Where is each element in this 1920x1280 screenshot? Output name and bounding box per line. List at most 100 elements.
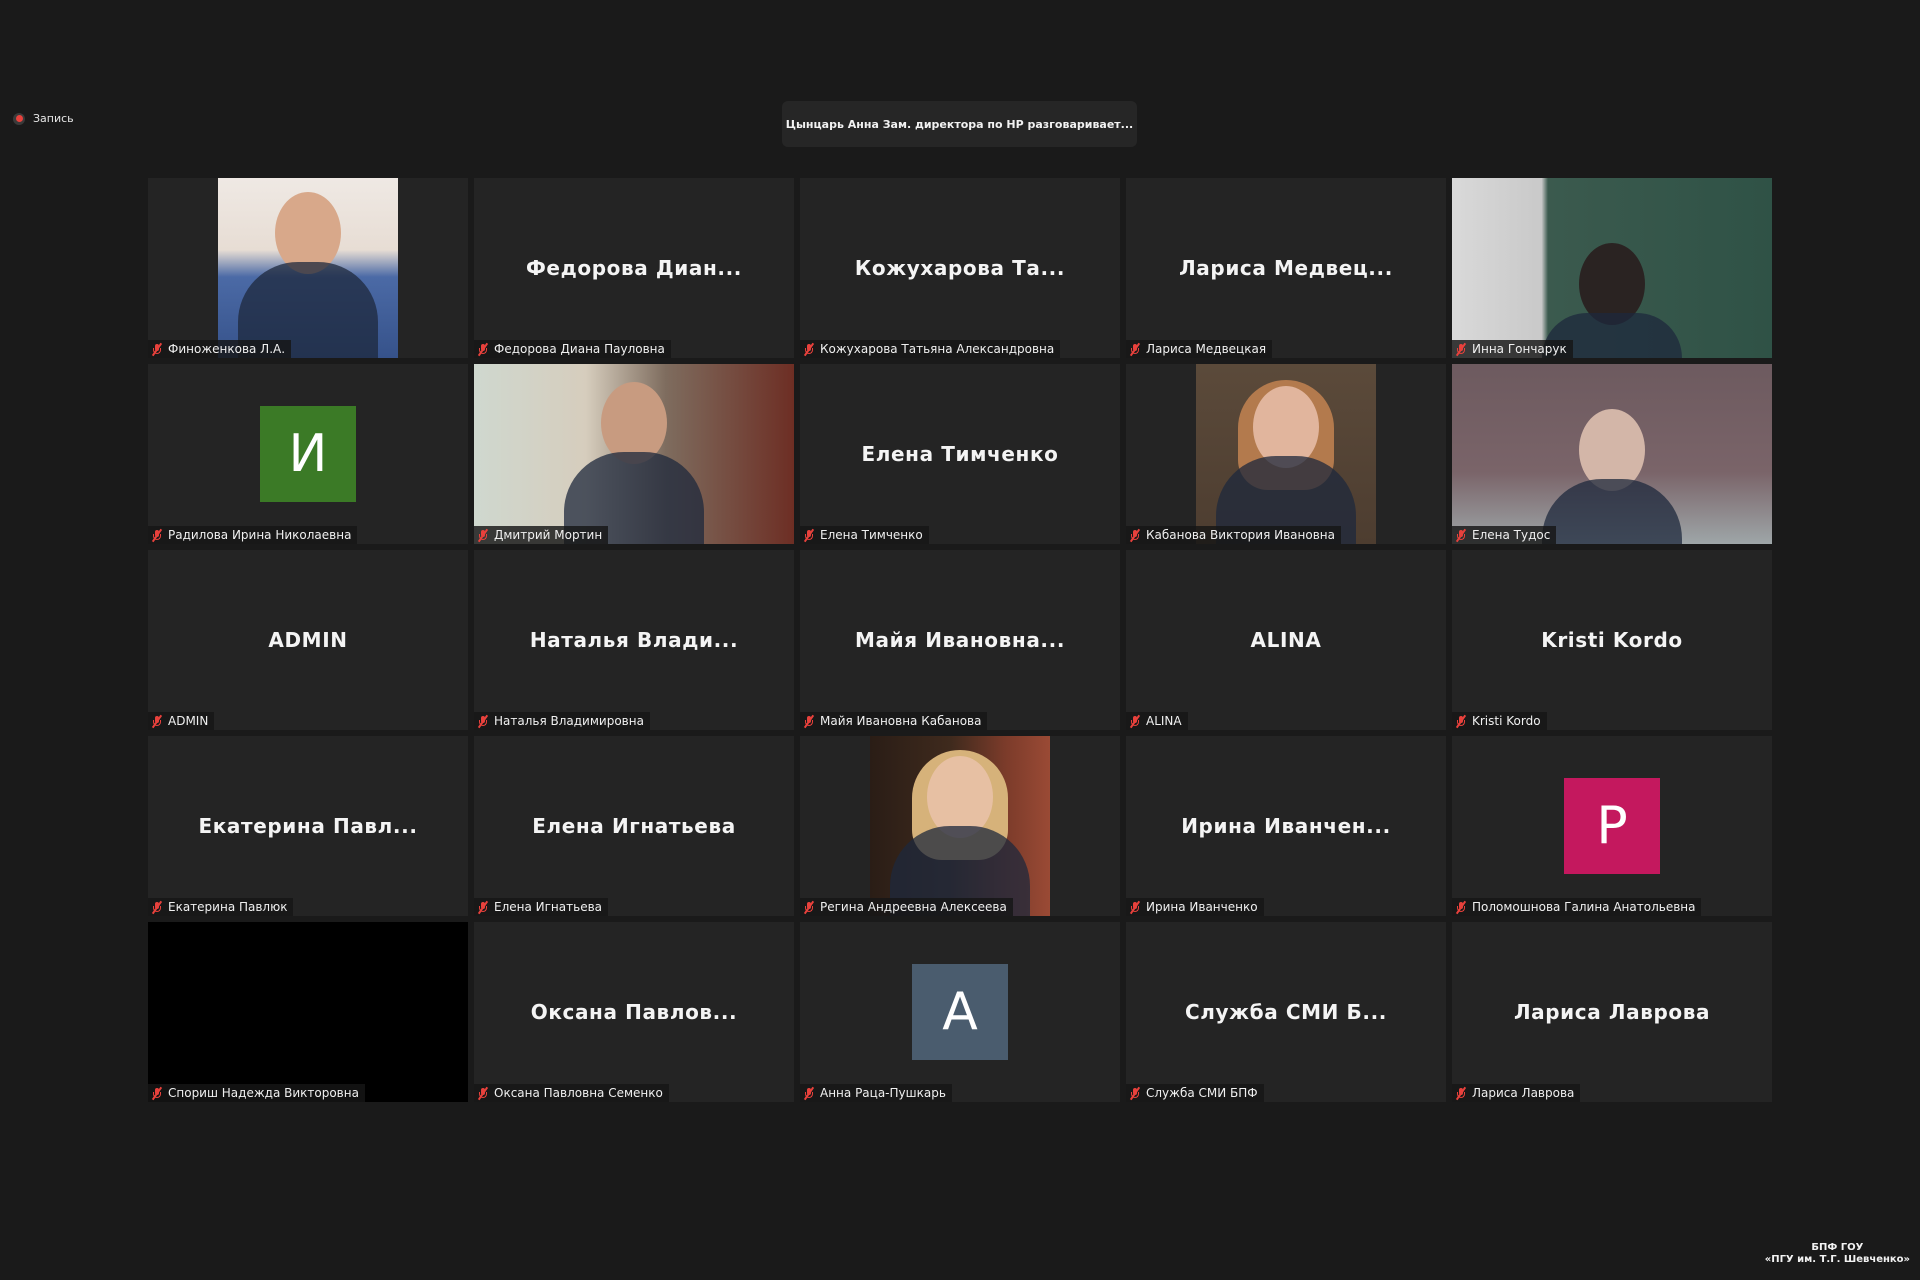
participant-tile[interactable]: Дмитрий Мортин [474,364,794,544]
participant-tile[interactable]: ADMIN ADMIN [148,550,468,730]
active-speaker-banner: Цынцарь Анна Зам. директора по НР разгов… [782,101,1137,147]
recording-label: Запись [33,112,74,125]
mic-muted-icon [1455,342,1467,356]
participant-name: Екатерина Павлюк [168,900,288,914]
participant-display-name: ADMIN [268,628,348,652]
participant-tile[interactable]: Екатерина Павл... Екатерина Павлюк [148,736,468,916]
mic-muted-icon [151,714,163,728]
participant-name-label: Елена Игнатьева [474,898,608,916]
participant-tile[interactable]: Лариса Лаврова Лариса Лаврова [1452,922,1772,1102]
participant-tile[interactable]: Лариса Медвец... Лариса Медвецкая [1126,178,1446,358]
participant-video [1452,364,1772,544]
participant-name: Анна Раца-Пушкарь [820,1086,946,1100]
recording-indicator[interactable]: Запись [13,112,74,125]
watermark-line-2: «ПГУ им. Т.Г. Шевченко» [1764,1254,1910,1265]
participant-name-label: Kristi Kordo [1452,712,1547,730]
participant-display-name: Майя Ивановна... [854,628,1066,652]
participant-tile[interactable]: Финоженкова Л.А. [148,178,468,358]
participant-display-name: ALINA [1250,628,1322,652]
participant-name-label: Лариса Лаврова [1452,1084,1581,1102]
participant-name: Оксана Павловна Семенко [494,1086,663,1100]
mic-muted-icon [477,900,489,914]
participant-name: Кабанова Виктория Ивановна [1146,528,1335,542]
participant-name-label: Финоженкова Л.А. [148,340,292,358]
participant-name-label: Поломошнова Галина Анатольевна [1452,898,1702,916]
participant-name-label: Лариса Медвецкая [1126,340,1273,358]
participant-name-label: Кожухарова Татьяна Александровна [800,340,1061,358]
participant-tile[interactable]: Ирина Иванчен... Ирина Иванченко [1126,736,1446,916]
mic-muted-icon [803,900,815,914]
participant-avatar: И [260,406,356,502]
participant-video [474,364,794,544]
participant-name: Кожухарова Татьяна Александровна [820,342,1055,356]
participant-profile-photo [870,736,1050,916]
participant-name-label: Служба СМИ БПФ [1126,1084,1264,1102]
participant-tile[interactable]: Служба СМИ Б... Служба СМИ БПФ [1126,922,1446,1102]
participant-name: Лариса Лаврова [1472,1086,1575,1100]
mic-muted-icon [803,342,815,356]
participant-tile[interactable]: Инна Гончарук [1452,178,1772,358]
participant-avatar: A [912,964,1008,1060]
participant-name-label: Спориш Надежда Викторовна [148,1084,365,1102]
participant-name-label: Елена Тимченко [800,526,929,544]
participant-name: Kristi Kordo [1472,714,1541,728]
participant-tile[interactable]: Кабанова Виктория Ивановна [1126,364,1446,544]
mic-muted-icon [803,1086,815,1100]
mic-muted-icon [151,900,163,914]
participant-tile[interactable]: Кожухарова Та... Кожухарова Татьяна Алекс… [800,178,1120,358]
mic-muted-icon [1129,900,1141,914]
participant-tile[interactable]: Елена Тудос [1452,364,1772,544]
participant-tile[interactable]: Майя Ивановна... Майя Ивановна Кабанова [800,550,1120,730]
participant-tile[interactable]: Елена Тимченко Елена Тимченко [800,364,1120,544]
participant-name-label: ALINA [1126,712,1188,730]
participant-name: Лариса Медвецкая [1146,342,1267,356]
participant-tile[interactable]: Регина Андреевна Алексеева [800,736,1120,916]
participant-tile[interactable]: A Анна Раца-Пушкарь [800,922,1120,1102]
participant-display-name: Федорова Диан... [526,256,742,280]
mic-muted-icon [1455,714,1467,728]
participant-name-label: Оксана Павловна Семенко [474,1084,669,1102]
participant-display-name: Кожухарова Та... [854,256,1066,280]
participant-video [1452,178,1772,358]
participant-name: Дмитрий Мортин [494,528,603,542]
participant-tile[interactable]: ALINA ALINA [1126,550,1446,730]
watermark-logo: БПФ ГОУ «ПГУ им. Т.Г. Шевченко» [1765,1242,1910,1266]
participant-profile-photo [218,178,398,358]
participant-name: Поломошнова Галина Анатольевна [1472,900,1696,914]
participant-tile[interactable]: Наталья Влади... Наталья Владимировна [474,550,794,730]
participant-name: Служба СМИ БПФ [1146,1086,1258,1100]
participant-display-name: Ирина Иванчен... [1181,814,1391,838]
participant-tile[interactable]: И Радилова Ирина Николаевна [148,364,468,544]
participant-display-name: Екатерина Павл... [198,814,418,838]
mic-muted-icon [1129,528,1141,542]
participant-name-label: Дмитрий Мортин [474,526,609,544]
mic-muted-icon [477,342,489,356]
participant-tile[interactable]: Спориш Надежда Викторовна [148,922,468,1102]
participant-display-name: Лариса Лаврова [1513,1000,1711,1024]
participant-name-label: Анна Раца-Пушкарь [800,1084,952,1102]
mic-muted-icon [477,1086,489,1100]
participant-tile[interactable]: Kristi Kordo Kristi Kordo [1452,550,1772,730]
participant-name: Радилова Ирина Николаевна [168,528,352,542]
participant-tile[interactable]: Оксана Павлов... Оксана Павловна Семенко [474,922,794,1102]
mic-muted-icon [477,528,489,542]
participant-name: Майя Ивановна Кабанова [820,714,982,728]
recording-dot-icon [13,112,25,125]
participant-name-label: ADMIN [148,712,215,730]
participant-name: ADMIN [168,714,209,728]
participant-avatar: Р [1564,778,1660,874]
participant-name-label: Ирина Иванченко [1126,898,1264,916]
mic-muted-icon [1129,1086,1141,1100]
mic-muted-icon [1455,900,1467,914]
participant-name-label: Регина Андреевна Алексеева [800,898,1013,916]
active-speaker-text: Цынцарь Анна Зам. директора по НР разгов… [785,117,1134,131]
participant-name: Наталья Владимировна [494,714,644,728]
participant-tile[interactable]: Р Поломошнова Галина Анатольевна [1452,736,1772,916]
participant-display-name: Оксана Павлов... [530,1000,738,1024]
watermark-line-1: БПФ ГОУ [1811,1242,1864,1253]
participant-name: Елена Игнатьева [494,900,602,914]
participant-tile[interactable]: Федорова Диан... Федорова Диана Пауловна [474,178,794,358]
participant-tile[interactable]: Елена Игнатьева Елена Игнатьева [474,736,794,916]
mic-muted-icon [1455,1086,1467,1100]
participant-name-label: Инна Гончарук [1452,340,1573,358]
